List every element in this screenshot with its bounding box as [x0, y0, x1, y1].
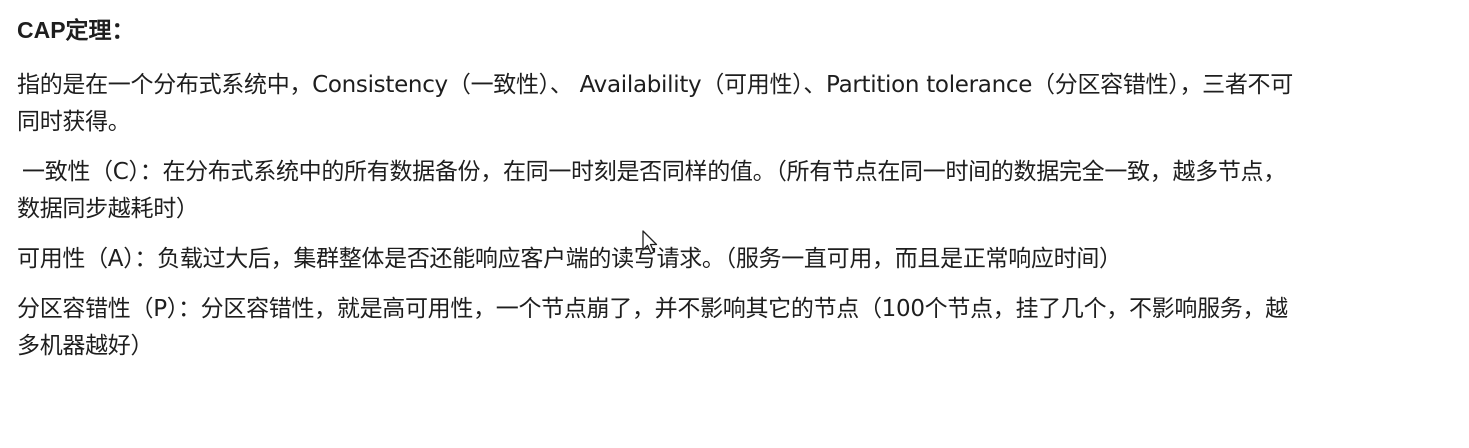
paragraph-line: 多机器越好）	[17, 333, 154, 359]
paragraph-line: 指的是在一个分布式系统中，Consistency（一致性）、 Availabil…	[17, 72, 1293, 98]
paragraph-line: 可用性（A）：负载过大后，集群整体是否还能响应客户端的读写请求。（服务一直可用，…	[17, 246, 1122, 272]
paragraph-line: 一致性（C）：在分布式系统中的所有数据备份，在同一时刻是否同样的值。（所有节点在…	[22, 159, 1286, 185]
paragraph-line: 数据同步越耗时）	[17, 196, 199, 222]
cap-definition-paragraph: 指的是在一个分布式系统中，Consistency（一致性）、 Availabil…	[17, 67, 1457, 141]
partition-tolerance-paragraph: 分区容错性（P）：分区容错性，就是高可用性，一个节点崩了，并不影响其它的节点（1…	[17, 291, 1457, 365]
paragraph-line: 同时获得。	[17, 109, 131, 135]
document-body: CAP定理： 指的是在一个分布式系统中，Consistency（一致性）、 Av…	[17, 13, 1457, 365]
mouse-pointer-icon	[642, 230, 658, 255]
availability-paragraph: 可用性（A）：负载过大后，集群整体是否还能响应客户端的读写请求。（服务一直可用，…	[17, 241, 1457, 278]
page-title: CAP定理：	[17, 17, 135, 43]
consistency-paragraph: 一致性（C）：在分布式系统中的所有数据备份，在同一时刻是否同样的值。（所有节点在…	[17, 154, 1457, 228]
paragraph-line: 分区容错性（P）：分区容错性，就是高可用性，一个节点崩了，并不影响其它的节点（1…	[17, 296, 1288, 322]
